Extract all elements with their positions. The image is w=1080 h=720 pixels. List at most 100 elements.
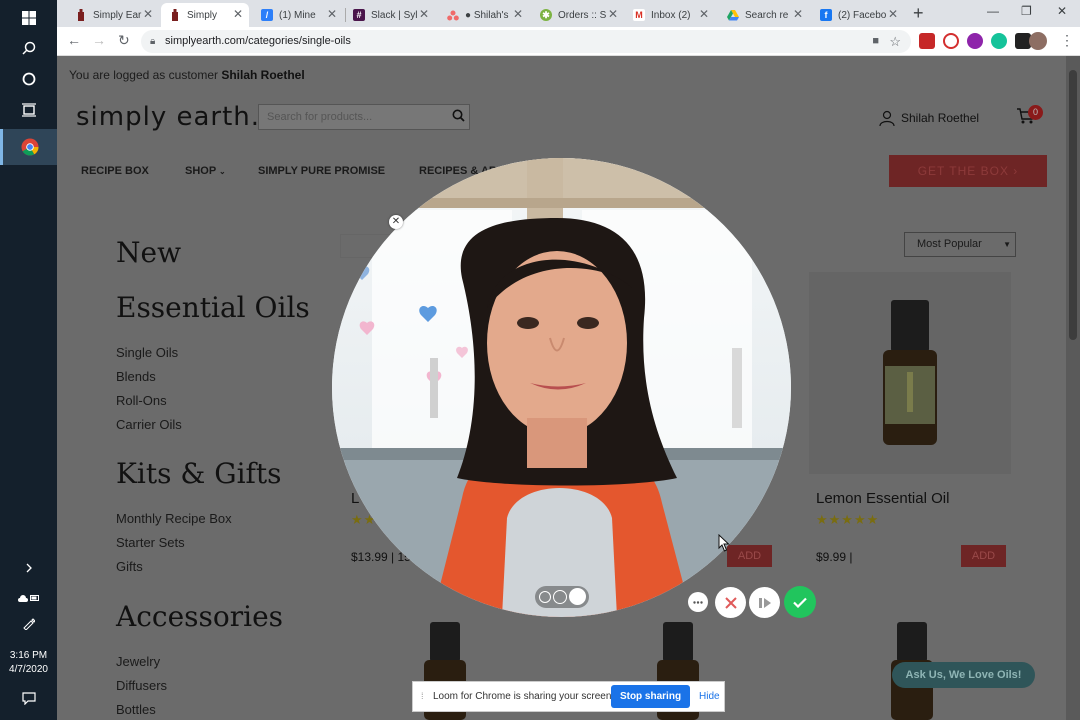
tab-6[interactable]: M Inbox (2) ✕ bbox=[625, 3, 715, 27]
category-link[interactable]: Single Oils bbox=[116, 345, 178, 360]
chrome-menu-icon[interactable]: ⋮ bbox=[1060, 32, 1074, 49]
reload-icon[interactable]: ↻ bbox=[118, 32, 130, 49]
restore-icon[interactable]: ❐ bbox=[1021, 4, 1032, 18]
close-icon[interactable]: ✕ bbox=[608, 7, 618, 21]
add-to-cart-button[interactable]: ADD bbox=[727, 545, 772, 567]
tab-title: (1) Mine bbox=[279, 9, 316, 21]
profile-avatar[interactable] bbox=[1029, 32, 1047, 50]
nav-shop-label: SHOP bbox=[185, 165, 216, 177]
tab-4[interactable]: ● Shilah's ✕ bbox=[439, 3, 529, 27]
clock-date: 4/7/2020 bbox=[9, 664, 48, 675]
category-heading-essential-oils[interactable]: Essential Oils bbox=[116, 291, 310, 324]
sort-selected-value: Most Popular bbox=[917, 238, 982, 250]
size-small-icon[interactable] bbox=[539, 591, 551, 603]
extension-loom-icon[interactable] bbox=[967, 33, 983, 49]
nav-simply-pure-promise[interactable]: SIMPLY PURE PROMISE bbox=[258, 165, 385, 177]
clock-time: 3:16 PM bbox=[9, 650, 48, 661]
category-link[interactable]: Starter Sets bbox=[116, 535, 185, 550]
camera-icon[interactable]: ■ bbox=[872, 30, 879, 53]
tab-title: Simply bbox=[187, 9, 217, 21]
search-icon[interactable] bbox=[452, 109, 465, 127]
camera-size-toggle[interactable] bbox=[535, 586, 589, 608]
category-heading-accessories[interactable]: Accessories bbox=[116, 600, 283, 633]
login-status: You are logged as customer Shilah Roethe… bbox=[69, 68, 305, 82]
tab-5[interactable]: ✱ Orders :: S ✕ bbox=[532, 3, 624, 27]
scrollbar-thumb[interactable] bbox=[1069, 70, 1077, 340]
caret-down-icon: ▼ bbox=[1003, 240, 1011, 249]
chrome-window: Simply Ear ✕ Simply ✕ / (1) Mine ✕ # Sla… bbox=[57, 0, 1080, 56]
add-to-cart-button[interactable]: ADD bbox=[961, 545, 1006, 567]
nav-recipe-box[interactable]: RECIPE BOX bbox=[81, 165, 149, 177]
close-icon[interactable]: ✕ bbox=[793, 7, 803, 21]
bottle-icon bbox=[75, 9, 87, 21]
close-icon[interactable]: ✕ bbox=[419, 7, 429, 21]
drag-handle-icon[interactable]: ⁞ bbox=[421, 691, 424, 701]
camera-close-icon[interactable]: ✕ bbox=[389, 215, 403, 229]
tab-8[interactable]: f (2) Facebo ✕ bbox=[812, 3, 904, 27]
address-bar[interactable]: 🔒︎ simplyearth.com/categories/single-oil… bbox=[141, 30, 911, 53]
stop-sharing-button[interactable]: Stop sharing bbox=[611, 685, 690, 708]
chat-widget-button[interactable]: Ask Us, We Love Oils! bbox=[892, 662, 1035, 688]
tab-1-active[interactable]: Simply ✕ bbox=[161, 3, 249, 27]
extension-calendar-icon[interactable] bbox=[919, 33, 935, 49]
account-link[interactable]: Shilah Roethel bbox=[879, 110, 979, 126]
category-link[interactable]: Gifts bbox=[116, 559, 143, 574]
nav-shop[interactable]: SHOP ⌄ bbox=[185, 165, 226, 177]
get-the-box-button[interactable]: GET THE BOX › bbox=[889, 155, 1047, 187]
close-icon[interactable]: ✕ bbox=[888, 7, 898, 21]
tab-title: Inbox (2) bbox=[651, 9, 691, 21]
task-view-icon[interactable] bbox=[0, 92, 57, 128]
pen-icon[interactable] bbox=[0, 605, 57, 641]
close-icon[interactable]: ✕ bbox=[327, 7, 337, 21]
close-window-icon[interactable]: ✕ bbox=[1057, 4, 1067, 18]
bookmark-star-icon[interactable]: ☆ bbox=[889, 30, 901, 53]
cancel-recording-icon[interactable] bbox=[715, 587, 746, 618]
back-arrow-icon[interactable]: ← bbox=[67, 32, 81, 48]
clickup-icon: / bbox=[261, 9, 273, 21]
category-link[interactable]: Blends bbox=[116, 369, 156, 384]
product-name[interactable]: Lemon Essential Oil bbox=[816, 490, 949, 507]
close-icon[interactable]: ✕ bbox=[143, 7, 153, 21]
tab-title: Simply Ear bbox=[93, 9, 142, 21]
category-link[interactable]: Bottles bbox=[116, 702, 156, 717]
finish-recording-checkmark-icon[interactable] bbox=[784, 586, 816, 618]
category-link[interactable]: Roll-Ons bbox=[116, 393, 167, 408]
tab-title: ● Shilah's bbox=[465, 9, 509, 21]
tab-title: Search re bbox=[745, 9, 789, 21]
size-medium-icon[interactable] bbox=[553, 590, 567, 604]
star-rating: ★★★★★ bbox=[816, 512, 880, 527]
tab-title: Slack | Syl bbox=[371, 9, 418, 21]
size-large-icon[interactable] bbox=[569, 588, 586, 605]
hide-sharing-bar-link[interactable]: Hide bbox=[699, 691, 720, 702]
product-search-input[interactable]: Search for products... bbox=[258, 104, 470, 130]
tab-7[interactable]: Search re ✕ bbox=[719, 3, 809, 27]
close-icon[interactable]: ✕ bbox=[513, 7, 523, 21]
sort-select[interactable]: Most Popular ▼ bbox=[904, 232, 1016, 257]
taskbar-clock[interactable]: 3:16 PM 4/7/2020 bbox=[0, 649, 57, 677]
minimize-icon[interactable]: — bbox=[987, 4, 999, 18]
product-image[interactable] bbox=[809, 272, 1011, 474]
category-link[interactable]: Jewelry bbox=[116, 654, 160, 669]
category-link[interactable]: Diffusers bbox=[116, 678, 167, 693]
chrome-taskbar-icon[interactable] bbox=[0, 129, 57, 165]
more-options-icon[interactable] bbox=[688, 592, 708, 612]
extension-pinterest-icon[interactable] bbox=[943, 33, 959, 49]
pause-resume-icon[interactable] bbox=[749, 587, 780, 618]
product-price: $9.99 | bbox=[816, 550, 853, 564]
category-link[interactable]: Carrier Oils bbox=[116, 417, 182, 432]
tab-0[interactable]: Simply Ear ✕ bbox=[67, 3, 159, 27]
notifications-icon[interactable] bbox=[0, 680, 57, 716]
gmail-icon: M bbox=[633, 9, 645, 21]
new-tab-plus-icon[interactable]: + bbox=[913, 3, 924, 24]
extension-grammarly-icon[interactable] bbox=[991, 33, 1007, 49]
close-icon[interactable]: ✕ bbox=[233, 7, 243, 21]
category-link[interactable]: Monthly Recipe Box bbox=[116, 511, 232, 526]
tab-3[interactable]: # Slack | Syl ✕ bbox=[345, 3, 435, 27]
tab-2[interactable]: / (1) Mine ✕ bbox=[253, 3, 343, 27]
category-heading-kits-gifts[interactable]: Kits & Gifts bbox=[116, 457, 282, 490]
close-icon[interactable]: ✕ bbox=[699, 7, 709, 21]
site-logo[interactable]: simply earth. bbox=[76, 102, 260, 132]
category-heading-new[interactable]: New bbox=[116, 236, 181, 269]
tab-strip: Simply Ear ✕ Simply ✕ / (1) Mine ✕ # Sla… bbox=[57, 0, 1080, 27]
forward-arrow-icon[interactable]: → bbox=[92, 32, 106, 48]
